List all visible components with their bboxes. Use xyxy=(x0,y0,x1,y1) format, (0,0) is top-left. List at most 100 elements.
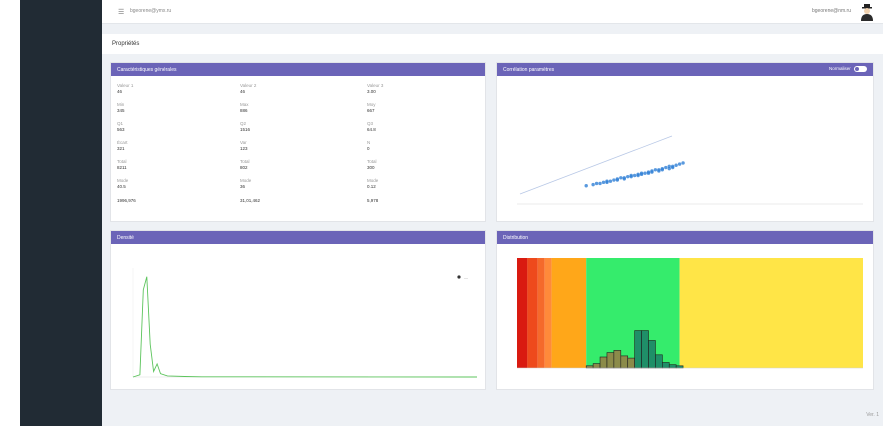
stat-value: 46 xyxy=(117,89,123,94)
stat-cell: 31,01,462 xyxy=(240,197,260,203)
stat-cell: Min 345 xyxy=(117,102,125,113)
stat-label: Valeur 1 xyxy=(117,83,134,88)
hamburger-icon[interactable]: ☰ xyxy=(118,8,124,16)
scatter-point xyxy=(622,177,626,181)
stat-value: 31,01,462 xyxy=(240,198,261,203)
stat-cell: Moy 667 xyxy=(367,102,376,113)
stat-cell: Q2 1516 xyxy=(240,121,250,132)
stat-cell: Mode 40.5 xyxy=(117,178,128,189)
scatter-point xyxy=(674,163,678,167)
stat-label: Q3 xyxy=(367,121,374,126)
stat-cell: 1996,976 xyxy=(117,197,136,203)
stat-value: 46 xyxy=(240,89,246,94)
scatter-point xyxy=(636,173,640,178)
stat-cell: Mode 36 xyxy=(240,178,251,189)
stats-panel-header: Caractéristiques générales xyxy=(111,63,485,76)
scatter-point xyxy=(671,165,675,170)
trend-line xyxy=(519,135,673,195)
histogram-panel: Distribution xyxy=(496,230,874,390)
histogram-bar xyxy=(599,356,608,369)
stat-value: 5,978 xyxy=(367,198,379,203)
normalize-toggle-wrap[interactable]: Normaliser xyxy=(829,66,867,72)
scatter-point xyxy=(629,174,633,179)
scatter-point xyxy=(650,170,654,174)
histogram-bar xyxy=(648,340,656,369)
stat-value: 3.00 xyxy=(367,89,376,94)
scatter-point xyxy=(632,173,637,178)
stat-value: 0.12 xyxy=(367,184,376,189)
normalize-toggle-label: Normaliser xyxy=(828,66,851,72)
scatter-point xyxy=(660,168,665,172)
stat-cell: Total 8211 xyxy=(117,159,127,170)
scatter-point xyxy=(643,171,647,175)
stat-label: Total xyxy=(240,159,250,164)
scatter-point xyxy=(677,162,682,166)
scatter-point xyxy=(681,161,685,165)
histogram-panel-header: Distribution xyxy=(497,231,873,244)
stat-label: Mode xyxy=(240,178,252,183)
histogram-bar xyxy=(585,365,594,369)
page-header: Propriétés xyxy=(102,34,883,54)
stat-cell: Var 123 xyxy=(240,140,248,151)
stat-label: Mode xyxy=(117,178,129,183)
stat-value: 345 xyxy=(117,108,125,113)
stat-cell: Écart 321 xyxy=(117,140,128,151)
stat-label: Mode xyxy=(367,178,379,183)
stat-value: 300 xyxy=(367,165,375,170)
stat-cell: Total 300 xyxy=(367,159,377,170)
histogram-bar xyxy=(675,365,684,369)
threshold-band xyxy=(679,258,863,368)
scatter-point xyxy=(667,166,671,171)
topbar-email: bgeorene@ymx.ru xyxy=(130,8,172,14)
stat-cell: Max 886 xyxy=(240,102,249,113)
stat-value: 64.8 xyxy=(367,127,376,132)
histogram-bar xyxy=(627,357,635,369)
stat-cell: Total 802 xyxy=(240,159,250,170)
stat-value: 1516 xyxy=(240,127,251,132)
threshold-band xyxy=(517,258,528,368)
stat-cell: Mode 0.12 xyxy=(367,178,378,189)
stats-panel-title: Caractéristiques générales xyxy=(117,67,177,73)
stat-cell: Valeur 2 46 xyxy=(240,83,256,94)
stat-label: Valeur 3 xyxy=(367,83,384,88)
sidebar xyxy=(20,0,102,426)
stat-label: Total xyxy=(367,159,377,164)
normalize-toggle[interactable] xyxy=(854,66,867,72)
scatter-point xyxy=(646,171,651,175)
histogram-bar xyxy=(655,354,663,369)
histogram-bar xyxy=(634,330,642,369)
stat-value: 667 xyxy=(367,108,375,113)
stat-label: Min xyxy=(117,102,125,107)
histogram-bar xyxy=(620,355,629,369)
scatter-point xyxy=(615,178,620,182)
threshold-band xyxy=(527,258,538,368)
scatter-point xyxy=(584,184,588,188)
stat-value: 802 xyxy=(240,165,248,170)
user-menu[interactable]: bgeorene@nm.ru xyxy=(812,8,851,14)
footer-version: Ver. 1 xyxy=(866,412,879,418)
density-chart: — xyxy=(132,268,478,378)
stat-value: 36 xyxy=(240,184,246,189)
legend-label: — xyxy=(464,275,468,280)
scatter-point xyxy=(653,168,658,172)
stat-value: 40.5 xyxy=(117,184,126,189)
scatter-point xyxy=(612,178,616,182)
legend-marker xyxy=(457,275,461,279)
histogram-bar xyxy=(613,350,622,369)
stat-label: Max xyxy=(240,102,249,107)
stat-value: 563 xyxy=(117,127,125,132)
stat-value: 8211 xyxy=(117,165,127,170)
density-line xyxy=(132,276,478,378)
stat-cell: N0 xyxy=(367,140,370,151)
scatter-panel-header: Corrélation paramètres Normaliser xyxy=(497,63,873,76)
scatter-point xyxy=(626,174,630,179)
stat-value: 1996,976 xyxy=(117,198,136,203)
histogram-bar xyxy=(592,363,601,369)
user-avatar-icon[interactable] xyxy=(860,4,874,21)
stat-value: 0 xyxy=(367,146,370,151)
stat-label: Q2 xyxy=(240,121,247,126)
stat-cell: Q3 64.8 xyxy=(367,121,376,132)
stat-cell: 5,978 xyxy=(367,197,378,203)
stat-label: Valeur 2 xyxy=(240,83,257,88)
density-panel-header: Densité xyxy=(111,231,485,244)
